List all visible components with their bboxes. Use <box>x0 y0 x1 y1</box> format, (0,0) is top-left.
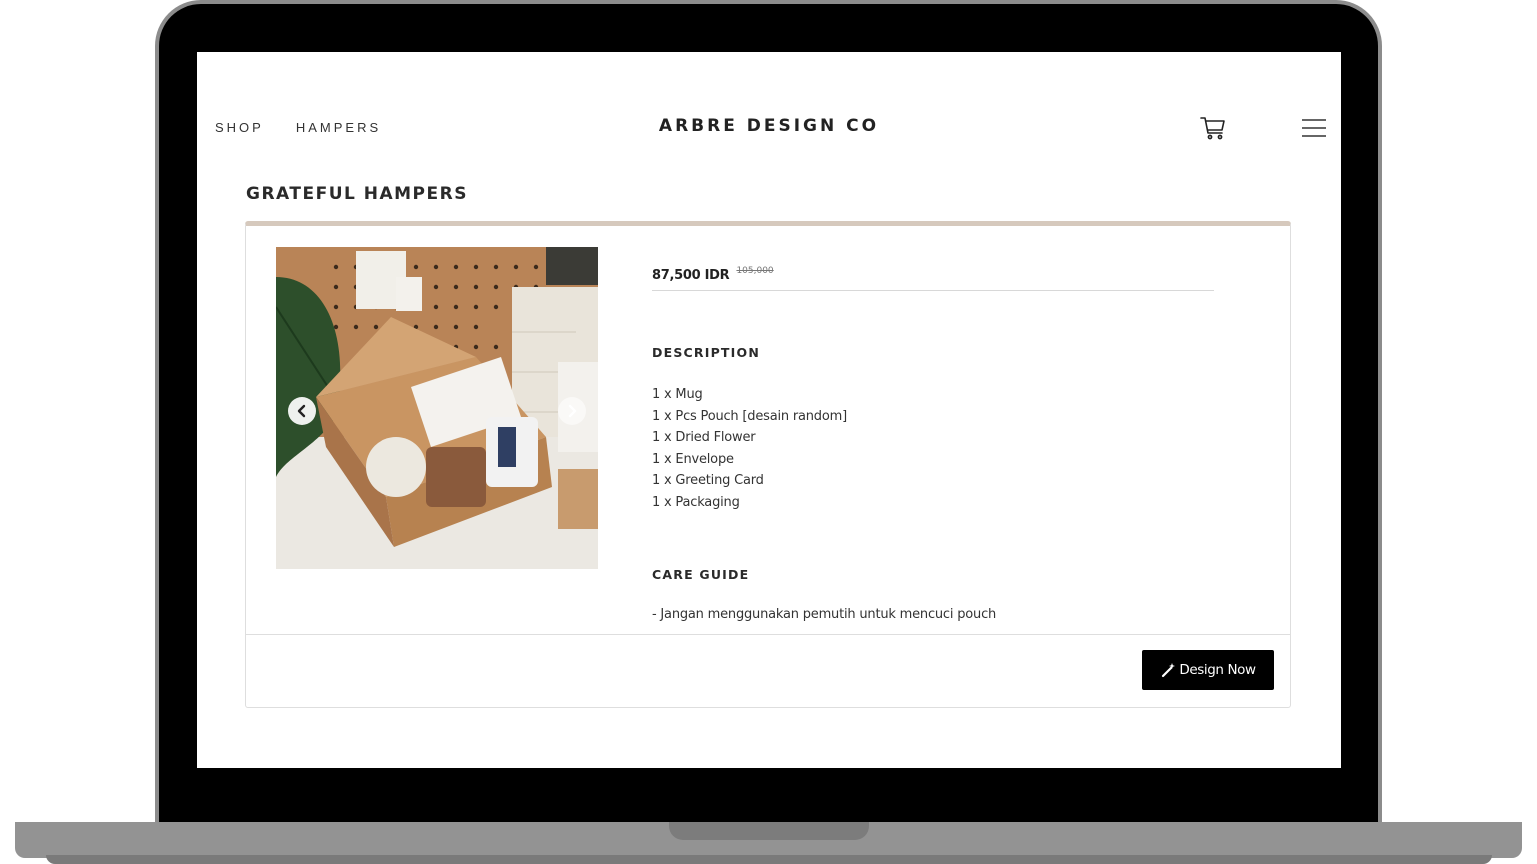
product-image-carousel[interactable] <box>276 247 598 569</box>
laptop-base-shadow <box>46 855 1492 864</box>
list-item: 1 x Dried Flower <box>652 430 756 445</box>
design-now-label: Design Now <box>1179 662 1256 678</box>
product-photo <box>276 247 598 569</box>
page-title: GRATEFUL HAMPERS <box>246 184 468 204</box>
magic-wand-icon <box>1162 663 1176 678</box>
product-details: 87,500 IDR 105,000 DESCRIPTION 1 x Mug 1… <box>652 264 1214 622</box>
browser-screen: SHOP HAMPERS ARBRE DESIGN CO GRATEFUL HA… <box>197 52 1341 768</box>
original-price: 105,000 <box>736 266 774 276</box>
list-item: 1 x Greeting Card <box>652 473 764 488</box>
laptop-notch <box>669 822 869 840</box>
list-item: 1 x Packaging <box>652 494 740 510</box>
brand-logo[interactable]: ARBRE DESIGN CO <box>197 116 1341 136</box>
design-now-button[interactable]: Design Now <box>1142 650 1274 690</box>
list-item: 1 x Envelope <box>652 451 734 467</box>
list-item: 1 x Mug <box>652 387 703 402</box>
product-card: 87,500 IDR 105,000 DESCRIPTION 1 x Mug 1… <box>245 221 1291 708</box>
description-heading: DESCRIPTION <box>652 345 760 360</box>
product-price: 87,500 IDR <box>652 268 730 283</box>
description-list: 1 x Mug 1 x Pcs Pouch [desain random] 1 … <box>652 384 847 513</box>
cart-icon[interactable] <box>1199 114 1227 142</box>
price-row: 87,500 IDR 105,000 <box>652 264 1214 291</box>
list-item: 1 x Pcs Pouch [desain random] <box>652 408 847 424</box>
chevron-right-icon <box>568 404 577 418</box>
card-footer-divider <box>246 634 1290 635</box>
carousel-prev-button[interactable] <box>288 397 316 425</box>
care-guide-text: - Jangan menggunakan pemutih untuk mencu… <box>652 607 997 622</box>
care-guide-heading: CARE GUIDE <box>652 567 750 582</box>
chevron-left-icon <box>297 404 306 418</box>
carousel-next-button[interactable] <box>558 397 586 425</box>
hamburger-menu-icon[interactable] <box>1301 118 1327 138</box>
